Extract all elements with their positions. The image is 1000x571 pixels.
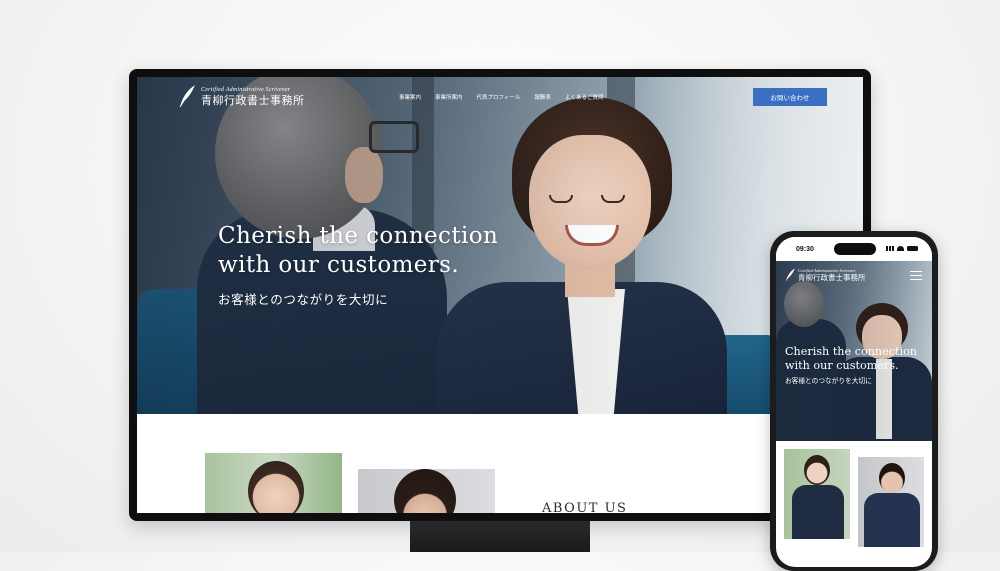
desktop-monitor: Certified Administrative Scrivener 青柳行政書… (129, 69, 871, 521)
phone-site-logo[interactable]: Certified Administrative Scrivener 青柳行政書… (784, 267, 866, 283)
main-nav: 事業案内 事業所案内 代表プロフィール 報酬表 よくあるご質問 (399, 93, 603, 101)
nav-fees[interactable]: 報酬表 (534, 93, 551, 101)
phone-screen: 09:30 Certified Administrative Scrivener… (776, 237, 932, 567)
about-heading: ABOUT US (542, 501, 628, 513)
hero-headline-line2: with our customers. (218, 252, 460, 278)
dynamic-island (834, 243, 876, 255)
phone-logo-name: 青柳行政書士事務所 (798, 272, 866, 282)
about-photo-woman (205, 453, 342, 513)
hero-subheadline: お客様とのつながりを大切に (218, 292, 389, 307)
status-bar: 09:30 (776, 237, 932, 261)
logo-subtitle: Certified Administrative Scrivener (201, 86, 291, 93)
nav-faq[interactable]: よくあるご質問 (565, 93, 604, 101)
phone-hero-headline-line1: Cherish the connection (785, 345, 918, 358)
hero-headline-line1: Cherish the connection (218, 223, 499, 249)
status-time: 09:30 (796, 246, 814, 253)
hero-headline: Cherish the connection with our customer… (218, 222, 498, 280)
phone-photo-man (858, 457, 924, 547)
phone-photo-woman (784, 449, 850, 539)
menu-icon[interactable] (910, 271, 922, 280)
phone-hero-subheadline: お客様とのつながりを大切に (785, 377, 872, 385)
nav-office[interactable]: 事業所案内 (435, 93, 463, 101)
logo-name: 青柳行政書士事務所 (201, 93, 305, 107)
contact-button[interactable]: お問い合わせ (753, 88, 827, 106)
monitor-stand (410, 521, 590, 552)
about-photo-man (358, 469, 495, 513)
signal-icon (886, 246, 894, 251)
site-logo[interactable]: Certified Administrative Scrivener 青柳行政書… (177, 83, 305, 109)
phone-device: 09:30 Certified Administrative Scrivener… (770, 231, 938, 571)
nav-business[interactable]: 事業案内 (399, 93, 421, 101)
phone-hero-headline: Cherish the connection with our customer… (785, 345, 917, 372)
battery-icon (907, 246, 918, 251)
nav-profile[interactable]: 代表プロフィール (477, 93, 521, 101)
wifi-icon (897, 246, 904, 251)
desktop-screen: Certified Administrative Scrivener 青柳行政書… (137, 77, 863, 513)
feather-icon (179, 85, 195, 108)
feather-icon (785, 268, 795, 282)
phone-hero-headline-line2: with our customers. (785, 358, 899, 372)
